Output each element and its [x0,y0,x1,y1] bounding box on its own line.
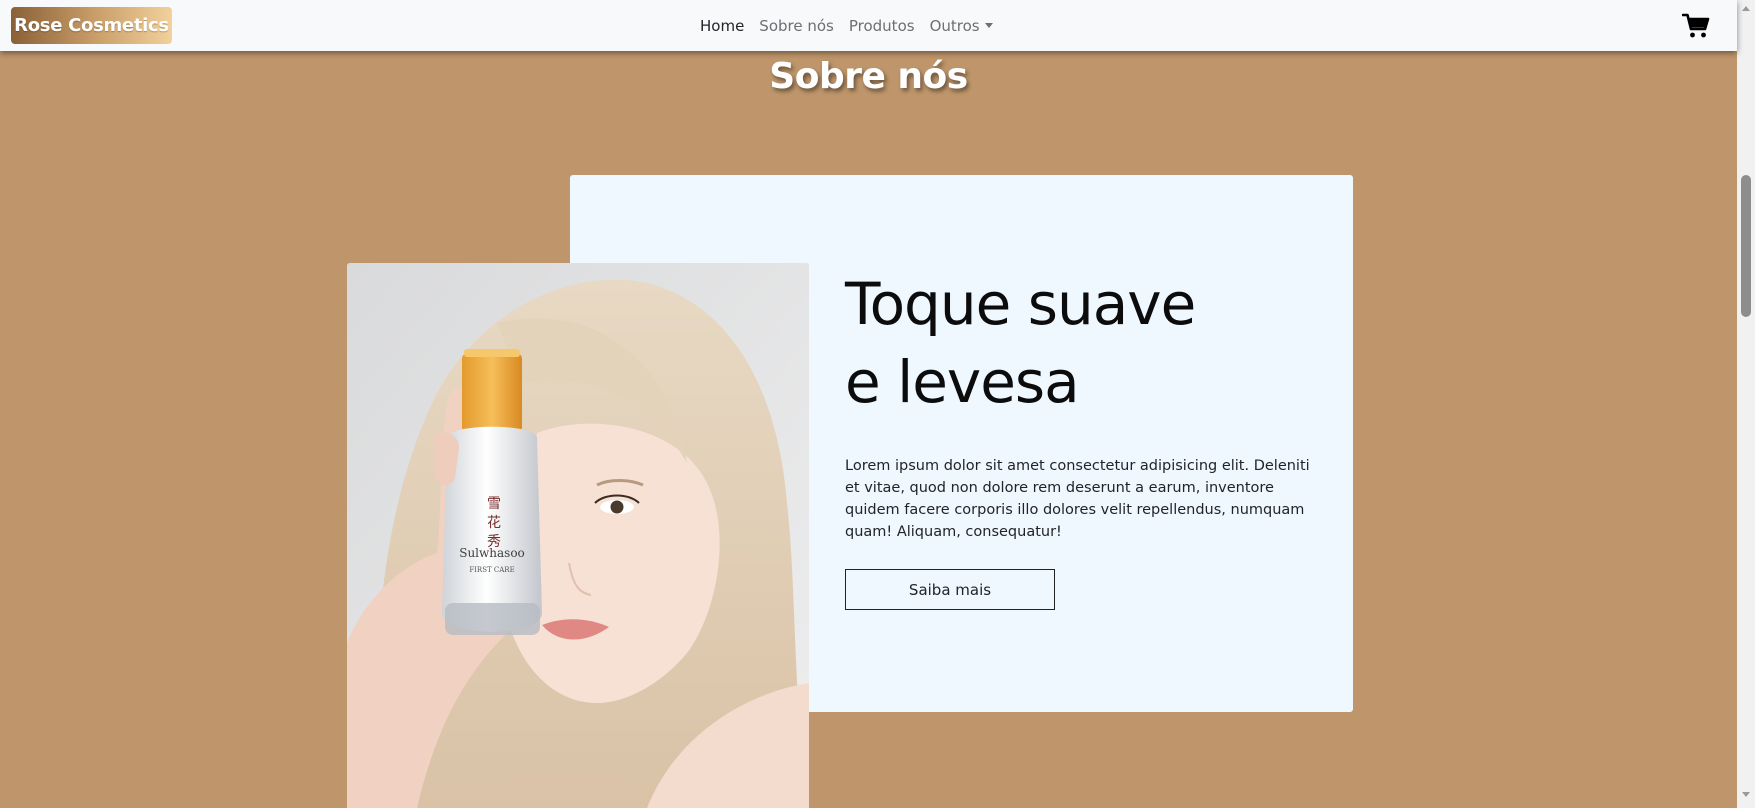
model-with-serum-image: 雪 花 秀 Sulwhasoo FIRST CARE [347,263,809,808]
scroll-down-arrow-icon[interactable] [1742,792,1750,797]
product-line-text: FIRST CARE [469,566,514,574]
caret-down-icon [984,22,993,28]
nav-dropdown-outros[interactable]: Outros [930,17,993,35]
svg-text:花: 花 [487,515,501,531]
product-photo: 雪 花 秀 Sulwhasoo FIRST CARE [347,263,809,808]
card-heading-line-1: Toque suave [845,270,1196,338]
card-heading-line-2: e levesa [845,348,1080,416]
card-description: Lorem ipsum dolor sit amet consectetur a… [845,458,1310,540]
shopping-cart-icon[interactable] [1681,13,1710,39]
section-title: Sobre nós [769,56,968,97]
page-scrollbar[interactable] [1737,0,1755,808]
navbar: Rose Cosmetics Home Sobre nós Produtos O… [0,0,1737,51]
brand-logo[interactable]: Rose Cosmetics [11,7,172,44]
scrollbar-thumb[interactable] [1741,175,1751,317]
svg-text:雪: 雪 [487,496,501,512]
scroll-up-arrow-icon[interactable] [1742,6,1750,11]
nav-links: Home Sobre nós Produtos Outros [700,0,993,51]
saiba-mais-button[interactable]: Saiba mais [845,569,1055,610]
nav-link-sobre-nos[interactable]: Sobre nós [759,17,834,35]
nav-link-produtos[interactable]: Produtos [849,17,915,35]
nav-dropdown-outros-label: Outros [929,16,980,35]
nav-link-home[interactable]: Home [700,17,744,35]
card-heading: Toque suave e levesa [845,265,1325,421]
product-brand-text: Sulwhasoo [459,546,525,560]
